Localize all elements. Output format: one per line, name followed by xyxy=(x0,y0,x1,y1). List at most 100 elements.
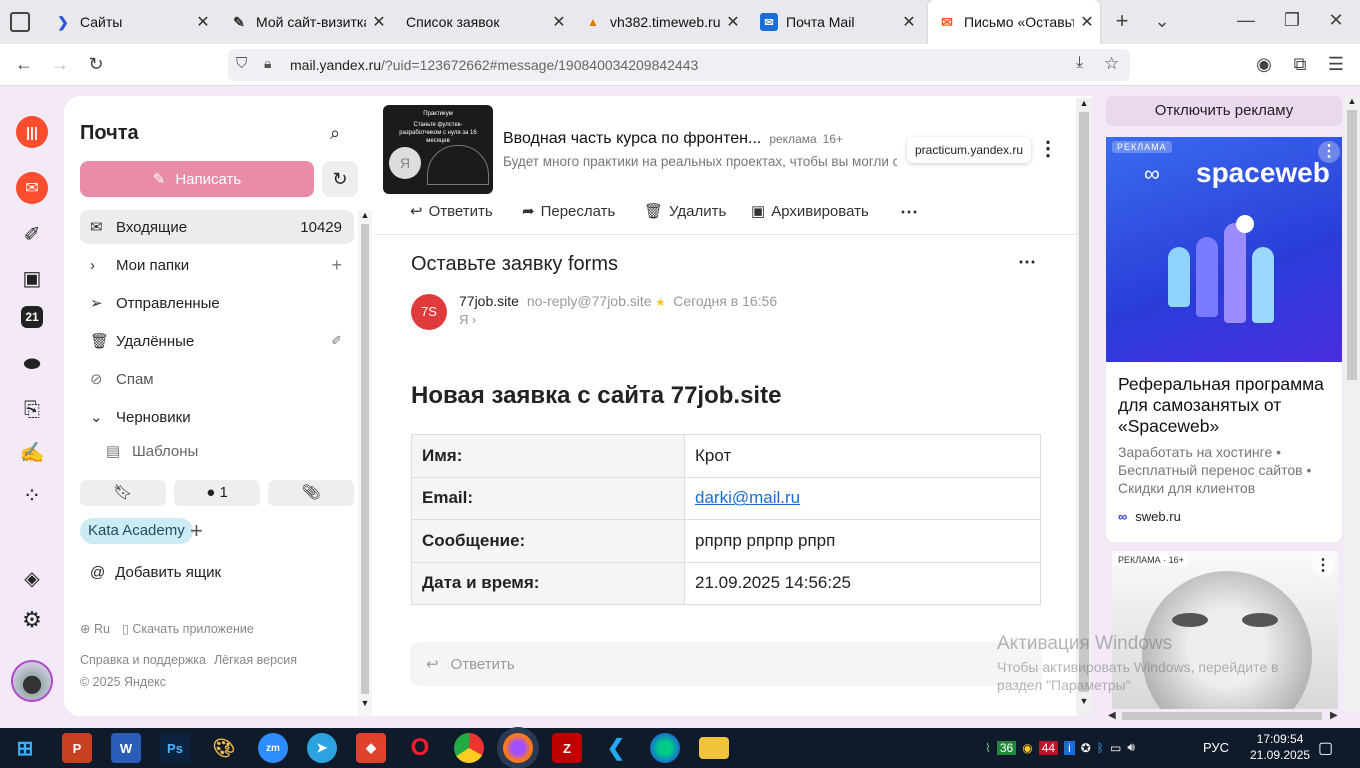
ad-title[interactable]: Реферальная программа для самозанятых от… xyxy=(1106,362,1342,437)
archive-button[interactable]: ▣ Архивировать xyxy=(751,202,869,221)
powerpoint-icon[interactable]: P xyxy=(62,733,92,763)
mail-icon[interactable]: ✉ xyxy=(16,172,48,204)
language-indicator[interactable]: РУС xyxy=(1203,740,1229,755)
more-actions-icon[interactable]: ⋯ xyxy=(900,202,918,223)
ads-hscroll-left[interactable]: ◀ xyxy=(1108,710,1116,721)
compose-button[interactable]: ✎ Написать xyxy=(80,161,314,197)
unread-filter-button[interactable]: ● 1 xyxy=(174,480,260,506)
ad-domain-button[interactable]: practicum.yandex.ru xyxy=(907,137,1032,163)
language-switch[interactable]: Ru xyxy=(94,622,110,636)
quick-reply-box[interactable]: ↩ Ответить xyxy=(410,642,1042,686)
clear-folder-icon[interactable]: ✐ xyxy=(331,333,354,349)
reply-button[interactable]: ↩ Ответить xyxy=(410,202,493,221)
light-version-link[interactable]: Лёгкая версия xyxy=(214,653,297,667)
tab-overflow-chevron-icon[interactable]: ⌄ xyxy=(1152,11,1172,31)
refresh-button[interactable]: ↻ xyxy=(322,161,358,197)
delete-button[interactable]: 🗑︎ Удалить xyxy=(644,202,726,221)
ad-title[interactable]: Вводная часть курса по фронтен... xyxy=(503,130,761,148)
clock[interactable]: 17:09:54 21.09.2025 xyxy=(1250,731,1310,763)
tab-phpmyadmin[interactable]: ▲ vh382.timeweb.ru / loc ✕ xyxy=(574,0,746,44)
message-menu-icon[interactable]: ⋯ xyxy=(1018,252,1036,273)
firefox-icon[interactable] xyxy=(503,733,533,763)
scroll-thumb[interactable] xyxy=(361,224,369,694)
disable-ads-button[interactable]: Отключить рекламу xyxy=(1106,96,1342,126)
network-icon[interactable]: ▭ xyxy=(1110,741,1121,755)
scroll-up-arrow[interactable]: ▲ xyxy=(1076,98,1092,108)
tab-sites[interactable]: ❯ Сайты ✕ xyxy=(44,0,216,44)
menu-icon[interactable]: ☰ xyxy=(1326,54,1346,74)
tab-current-letter[interactable]: ✉ Письмо «Оставьте зая ✕ xyxy=(928,0,1100,44)
forward-button[interactable]: ➦ Переслать xyxy=(522,202,615,221)
ad-domain-row[interactable]: ∞ sweb.ru xyxy=(1106,497,1342,524)
calendar-icon[interactable]: 21 xyxy=(21,306,43,328)
tab-business-card[interactable]: ✎ Мой сайт-визитка ✕ xyxy=(220,0,392,44)
lock-icon[interactable]: 🔒︎ xyxy=(264,55,271,72)
settings-gear-icon[interactable]: ⚙ xyxy=(16,604,48,636)
ad-banner[interactable]: Практикум Станьте фулстек-разработчиком … xyxy=(374,96,1074,200)
volume-icon[interactable]: 🔊︎ xyxy=(1127,740,1135,755)
ad-menu-icon[interactable]: ⋮ xyxy=(1038,136,1058,161)
help-link[interactable]: Справка и поддержка xyxy=(80,653,206,667)
scroll-up-arrow[interactable]: ▲ xyxy=(358,210,372,220)
sender-name[interactable]: 77job.site xyxy=(459,293,519,309)
page-scrollbar[interactable]: ▲ xyxy=(1344,96,1360,712)
close-icon[interactable]: ✕ xyxy=(896,12,922,32)
tray-badge[interactable]: 44 xyxy=(1038,740,1059,755)
telegram-icon[interactable]: ➤ xyxy=(307,733,337,763)
ad-card-spaceweb[interactable]: РЕКЛАМА ⋮ spaceweb ∞ Реферальная програм… xyxy=(1106,137,1342,542)
folder-templates[interactable]: ▤ Шаблоны xyxy=(80,434,354,468)
filezilla-icon[interactable]: Z xyxy=(552,733,582,763)
forward-arrow-icon[interactable]: → xyxy=(50,54,70,74)
search-icon[interactable]: ⌕ xyxy=(330,123,340,144)
scroll-thumb[interactable] xyxy=(1347,110,1357,380)
opera-icon[interactable]: O xyxy=(405,733,435,763)
tray-badge[interactable]: 36 xyxy=(996,740,1017,755)
reload-icon[interactable]: ↻ xyxy=(86,54,106,74)
paint-icon[interactable]: 🎨︎ xyxy=(209,733,239,763)
back-arrow-icon[interactable]: ← xyxy=(14,54,34,74)
chrome-tray-icon[interactable]: ◉ xyxy=(1022,741,1032,755)
all-services-icon[interactable]: ⁘ xyxy=(16,480,48,512)
account-icon[interactable]: ◉ xyxy=(1254,54,1274,74)
email-link[interactable]: darki@mail.ru xyxy=(695,488,800,507)
close-icon[interactable]: ✕ xyxy=(366,12,392,32)
folder-my-folders[interactable]: › Мои папки + xyxy=(80,248,354,282)
folder-deleted[interactable]: 🗑︎ Удалённые ✐ xyxy=(80,324,354,358)
defender-icon[interactable]: ✪ xyxy=(1081,741,1091,755)
notifications-icon[interactable]: ▢ xyxy=(1318,738,1333,758)
photoshop-icon[interactable]: Ps xyxy=(160,733,190,763)
folder-sent[interactable]: ➢ Отправленные xyxy=(80,286,354,320)
new-tab-button[interactable]: + xyxy=(1112,10,1132,32)
bookmarks-filter-button[interactable]: 🔖︎ xyxy=(80,480,166,506)
close-icon[interactable]: ✕ xyxy=(190,12,216,32)
activity-icon[interactable]: ⌇ xyxy=(985,741,991,755)
download-to-device-icon[interactable]: ⤓ xyxy=(1076,54,1083,72)
messenger-icon[interactable]: ✐ xyxy=(16,218,48,250)
windows-start-icon[interactable]: ⊞ xyxy=(10,733,40,763)
close-icon[interactable]: ✕ xyxy=(720,12,746,32)
close-icon[interactable]: ✕ xyxy=(546,12,572,32)
attachments-filter-button[interactable]: 📎︎ xyxy=(268,480,354,506)
minimize-button[interactable]: — xyxy=(1236,10,1256,30)
scroll-down-arrow[interactable]: ▼ xyxy=(1076,696,1092,706)
ads-hscroll-right[interactable]: ▶ xyxy=(1330,710,1338,721)
ads-hscroll-thumb[interactable] xyxy=(1122,712,1322,720)
zoom-icon[interactable]: zm xyxy=(258,733,288,763)
scroll-down-arrow[interactable]: ▼ xyxy=(358,698,372,708)
tasks-icon[interactable]: ✍ xyxy=(16,436,48,468)
tab-mail-ru[interactable]: ✉ Почта Mail ✕ xyxy=(750,0,922,44)
add-mailbox-link[interactable]: @ Добавить ящик xyxy=(90,564,221,581)
edge-icon[interactable] xyxy=(650,733,680,763)
bookmark-star-icon[interactable]: ☆ xyxy=(1104,54,1119,74)
vscode-icon[interactable]: ❮ xyxy=(601,733,631,763)
yandex-360-icon[interactable]: ||| xyxy=(16,116,48,148)
add-label-icon[interactable]: + xyxy=(190,518,203,544)
sender-email[interactable]: no-reply@77job.site xyxy=(527,293,652,309)
shield-icon[interactable]: ⛉ xyxy=(236,55,247,72)
label-tag[interactable]: Kata Academy xyxy=(80,518,193,544)
disk-icon[interactable]: ▣ xyxy=(16,262,48,294)
info-icon[interactable]: i xyxy=(1064,740,1075,755)
telemost-icon[interactable]: ⬬ xyxy=(16,348,48,380)
plus-diamond-icon[interactable]: ◈ xyxy=(16,562,48,594)
scroll-up-arrow[interactable]: ▲ xyxy=(1344,96,1360,106)
